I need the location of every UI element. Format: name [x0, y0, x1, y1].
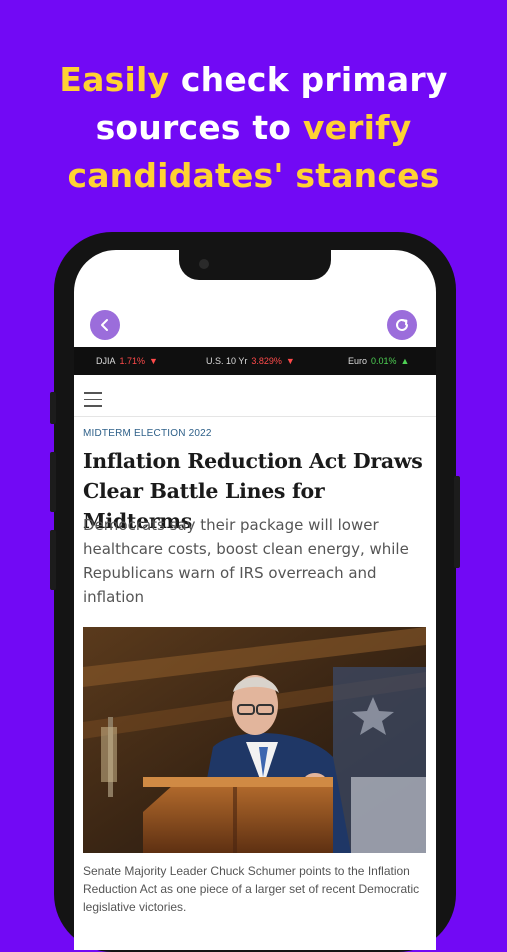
article-photo-image — [83, 627, 426, 853]
refresh-icon — [396, 318, 408, 331]
volume-down-button — [50, 530, 56, 590]
ticker-item-djia[interactable]: DJIA 1.71% ▼ — [96, 347, 158, 375]
ticker-label: DJIA — [96, 356, 116, 366]
phone-notch — [179, 250, 331, 280]
mute-switch — [50, 392, 56, 424]
ticker-label: Euro — [348, 356, 368, 366]
headline-accent-3: candidates' stances — [67, 156, 440, 195]
headline-accent-2: verify — [302, 108, 412, 147]
headline-accent-1: Easily — [59, 60, 170, 99]
ticker-item-euro[interactable]: Euro 0.01% ▲ — [348, 347, 409, 375]
photo-caption: Senate Majority Leader Chuck Schumer poi… — [83, 864, 420, 914]
back-button[interactable] — [90, 310, 120, 340]
power-button — [454, 476, 460, 568]
ticker-value: 3.829% — [251, 356, 282, 366]
headline-text-1: check primary — [169, 60, 448, 99]
phone-screen: DJIA 1.71% ▼ U.S. 10 Yr 3.829% ▼ Euro 0.… — [74, 250, 436, 950]
chevron-left-icon — [101, 319, 108, 331]
refresh-button[interactable] — [387, 310, 417, 340]
promo-headline: Easily check primary sources to verify c… — [0, 56, 507, 200]
menu-icon[interactable] — [84, 392, 102, 412]
market-ticker: DJIA 1.71% ▼ U.S. 10 Yr 3.829% ▼ Euro 0.… — [74, 347, 436, 375]
phone-frame: DJIA 1.71% ▼ U.S. 10 Yr 3.829% ▼ Euro 0.… — [50, 232, 460, 952]
ticker-label: U.S. 10 Yr — [206, 356, 248, 366]
camera-icon — [199, 259, 209, 269]
article-kicker[interactable]: MIDTERM ELECTION 2022 — [83, 428, 212, 439]
headline-text-2: sources to — [95, 108, 303, 147]
up-arrow-icon: ▲ — [400, 356, 410, 366]
down-arrow-icon: ▼ — [285, 356, 295, 366]
divider — [74, 416, 436, 417]
article-photo — [83, 627, 426, 853]
article-summary: Democrats say their package will lower h… — [83, 516, 409, 606]
ticker-value: 1.71% — [119, 356, 146, 366]
volume-up-button — [50, 452, 56, 512]
ticker-item-us10yr[interactable]: U.S. 10 Yr 3.829% ▼ — [206, 347, 295, 375]
ticker-value: 0.01% — [371, 356, 397, 366]
down-arrow-icon: ▼ — [149, 356, 158, 366]
